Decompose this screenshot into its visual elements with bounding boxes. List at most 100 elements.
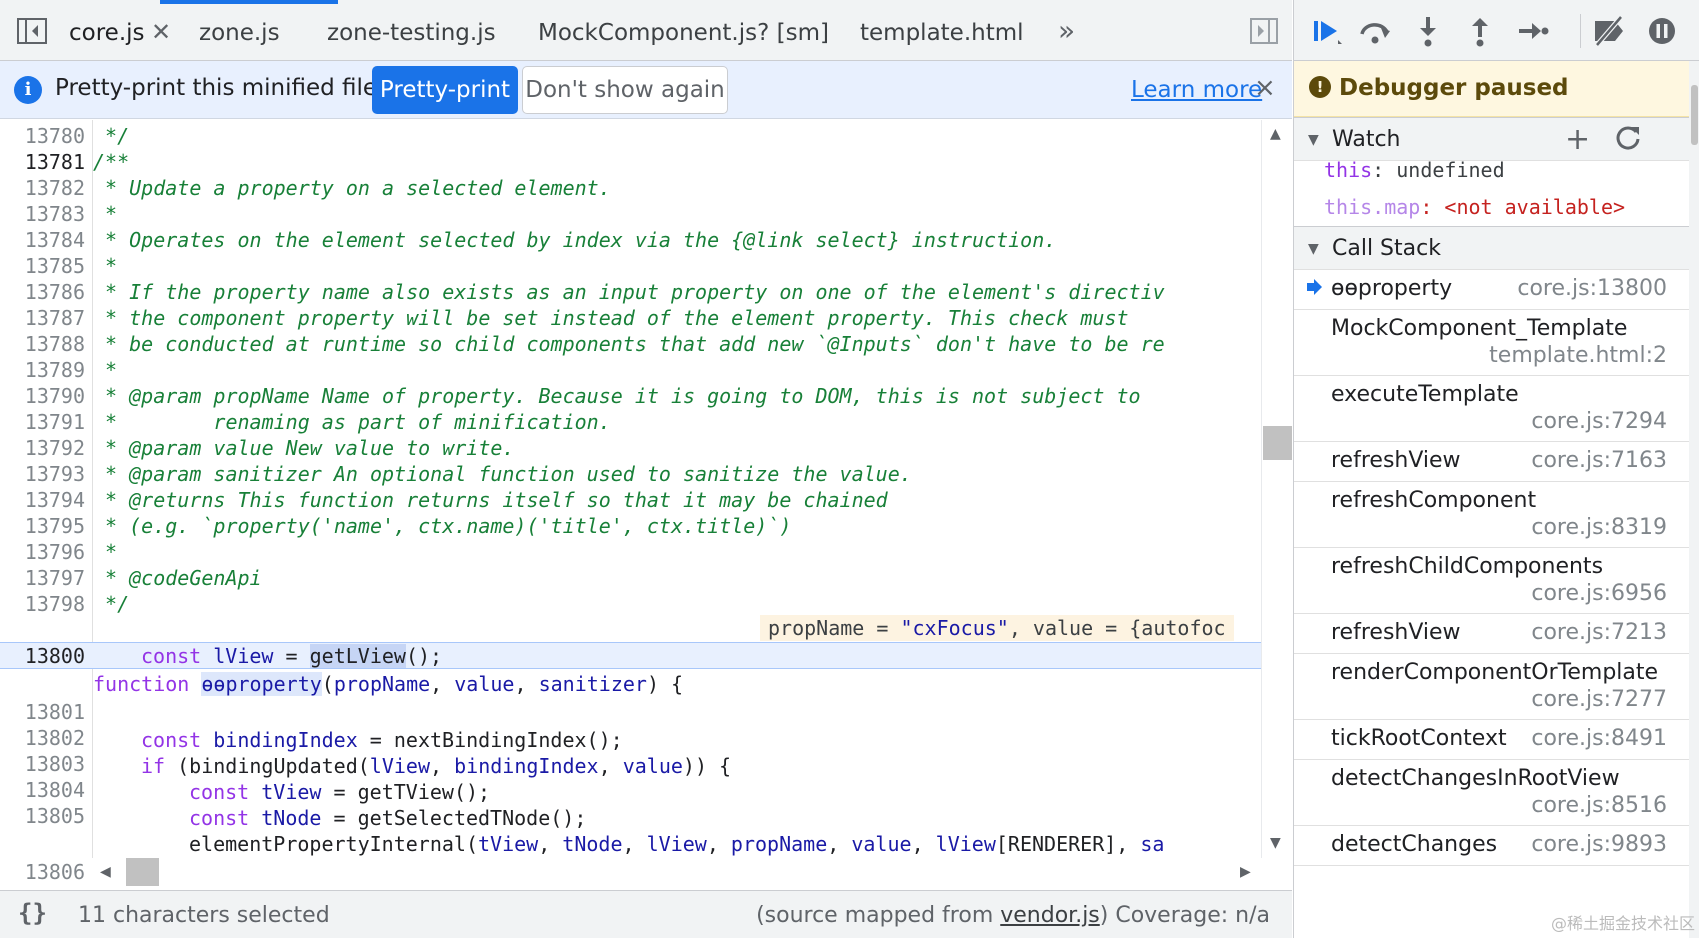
toggle-navigator-icon[interactable]: [14, 16, 50, 46]
variable[interactable]: lView: [647, 832, 707, 856]
code-line[interactable]: 13793 * @param sanitizer An optional fun…: [0, 460, 1261, 488]
code-view[interactable]: 13780 */13781/** 13782 * Update a propert…: [0, 120, 1261, 858]
step-into-icon[interactable]: [1410, 14, 1446, 48]
code-line[interactable]: 13790 * @param propName Name of property…: [0, 382, 1261, 410]
call-frame[interactable]: renderComponentOrTemplate core.js:7277: [1294, 654, 1689, 720]
code-line[interactable]: 13787 * the component property will be s…: [0, 304, 1261, 332]
code-line[interactable]: 13789 *: [0, 356, 1261, 384]
code-line[interactable]: 13801 const bindingIndex = nextBindingIn…: [0, 670, 1261, 752]
watch-expression[interactable]: this: undefined: [1324, 158, 1505, 182]
scroll-down-icon[interactable]: ▼: [1270, 835, 1281, 851]
scroll-thumb[interactable]: [1263, 426, 1292, 460]
add-watch-icon[interactable]: +: [1565, 122, 1590, 157]
variable[interactable]: lView: [213, 644, 273, 668]
call-frame[interactable]: MockComponent_Template template.html:2: [1294, 310, 1689, 376]
variable[interactable]: sa: [1140, 832, 1164, 856]
editor-horizontal-scrollbar[interactable]: ◀ ▶: [92, 858, 1261, 890]
code-line[interactable]: 13797 * @codeGenApi: [0, 564, 1261, 592]
code-line[interactable]: 13782 * Update a property on a selected …: [0, 174, 1261, 202]
variable[interactable]: tNode: [261, 806, 321, 830]
code-line[interactable]: 13781 /**: [0, 148, 1261, 176]
code-line[interactable]: 13803 const tView = getTView();: [0, 722, 1261, 804]
call-frame[interactable]: tickRootContext core.js:8491: [1294, 720, 1689, 760]
deactivate-breakpoints-icon[interactable]: [1591, 14, 1627, 48]
current-execution-line[interactable]: 13800 const lView = getLView();: [0, 642, 1261, 669]
line-number[interactable]: 13782: [0, 174, 85, 202]
tab-zone-testing-js[interactable]: zone-testing.js: [327, 0, 496, 60]
variable[interactable]: tNode: [562, 832, 622, 856]
call-frame-current[interactable]: ɵɵproperty core.js:13800: [1294, 270, 1689, 310]
line-number[interactable]: 13796: [0, 538, 85, 566]
line-number[interactable]: 13794: [0, 486, 85, 514]
code-line[interactable]: 13804 const tNode = getSelectedTNode();: [0, 748, 1261, 830]
line-number[interactable]: 13797: [0, 564, 85, 592]
source-map-link[interactable]: vendor.js: [1000, 903, 1100, 928]
call-frame[interactable]: detectChanges core.js:9893: [1294, 826, 1689, 866]
code-line[interactable]: 13794 * @returns This function returns i…: [0, 486, 1261, 514]
code-line[interactable]: 13788 * be conducted at runtime so child…: [0, 330, 1261, 358]
scroll-left-icon[interactable]: ◀: [100, 864, 111, 880]
line-number[interactable]: 13787: [0, 304, 85, 332]
watch-expression[interactable]: this.map: <not available>: [1324, 195, 1625, 219]
line-number[interactable]: 13781: [0, 148, 85, 176]
code-line[interactable]: 13802 if (bindingUpdated(lView, bindingI…: [0, 696, 1261, 778]
code-line[interactable]: 13792 * @param value New value to write.: [0, 434, 1261, 462]
code-line[interactable]: 13799 function ɵɵproperty(propName, valu…: [0, 614, 1261, 696]
code-line[interactable]: 13791 * renaming as part of minification…: [0, 408, 1261, 436]
line-number[interactable]: 13793: [0, 460, 85, 488]
pause-on-exceptions-icon[interactable]: [1644, 14, 1680, 48]
close-infobar-icon[interactable]: ×: [1254, 73, 1276, 103]
resume-icon[interactable]: [1308, 14, 1344, 48]
tab-zone-js[interactable]: zone.js: [199, 0, 280, 60]
line-number[interactable]: 13789: [0, 356, 85, 384]
line-number[interactable]: 13785: [0, 252, 85, 280]
tab-mockcomponent-js[interactable]: MockComponent.js? [sm]: [538, 0, 829, 60]
line-number[interactable]: 13786: [0, 278, 85, 306]
step-over-icon[interactable]: [1357, 14, 1393, 48]
line-number[interactable]: 13780: [0, 122, 85, 150]
scroll-right-icon[interactable]: ▶: [1240, 864, 1251, 880]
variable[interactable]: propName: [731, 832, 827, 856]
code-line[interactable]: 13785 *: [0, 252, 1261, 280]
tab-core-js[interactable]: core.js: [69, 0, 145, 60]
pretty-print-braces-icon[interactable]: {}: [18, 899, 47, 927]
dont-show-again-button[interactable]: Don't show again: [522, 66, 728, 114]
call-stack-section-header[interactable]: ▼ Call Stack: [1294, 226, 1689, 270]
line-number[interactable]: 13791: [0, 408, 85, 436]
watch-section-header[interactable]: ▼ Watch +: [1294, 117, 1689, 161]
variable[interactable]: lView: [936, 832, 996, 856]
line-number[interactable]: 13784: [0, 226, 85, 254]
sidebar-scrollbar[interactable]: [1689, 61, 1699, 938]
scroll-thumb[interactable]: [1691, 85, 1698, 145]
pretty-print-button[interactable]: Pretty-print: [372, 66, 518, 114]
editor-vertical-scrollbar[interactable]: ▲ ▼: [1261, 120, 1292, 858]
more-tabs-icon[interactable]: »: [1058, 14, 1075, 47]
line-number[interactable]: 13788: [0, 330, 85, 358]
code-line[interactable]: 13795 * (e.g. `property('name', ctx.name…: [0, 512, 1261, 540]
tab-template-html[interactable]: template.html: [860, 0, 1024, 60]
call-frame[interactable]: refreshView core.js:7213: [1294, 614, 1689, 654]
call-frame[interactable]: executeTemplate core.js:7294: [1294, 376, 1689, 442]
line-number[interactable]: 13792: [0, 434, 85, 462]
code-line[interactable]: 13796 *: [0, 538, 1261, 566]
code-line[interactable]: 13786 * If the property name also exists…: [0, 278, 1261, 306]
close-tab-icon[interactable]: ✕: [151, 18, 171, 46]
line-number[interactable]: 13783: [0, 200, 85, 228]
variable[interactable]: value: [851, 832, 911, 856]
toggle-debugger-sidebar-icon[interactable]: [1248, 16, 1280, 46]
call-frame[interactable]: refreshComponent core.js:8319: [1294, 482, 1689, 548]
code-line[interactable]: 13805 elementPropertyInternal(tView, tNo…: [0, 774, 1261, 856]
line-number[interactable]: 13806: [0, 858, 85, 886]
step-icon[interactable]: [1515, 14, 1551, 48]
variable[interactable]: tView: [478, 832, 538, 856]
line-number[interactable]: 13790: [0, 382, 85, 410]
refresh-icon[interactable]: [1614, 124, 1642, 152]
scroll-thumb[interactable]: [126, 858, 159, 886]
code-line[interactable]: 13780 */: [0, 122, 1261, 150]
learn-more-link[interactable]: Learn more: [1131, 77, 1262, 103]
call-frame[interactable]: refreshView core.js:7163: [1294, 442, 1689, 482]
call-frame[interactable]: refreshChildComponents core.js:6956: [1294, 548, 1689, 614]
line-number[interactable]: 13800: [0, 642, 85, 670]
code-line[interactable]: 13784 * Operates on the element selected…: [0, 226, 1261, 254]
line-number[interactable]: 13805: [0, 802, 85, 830]
